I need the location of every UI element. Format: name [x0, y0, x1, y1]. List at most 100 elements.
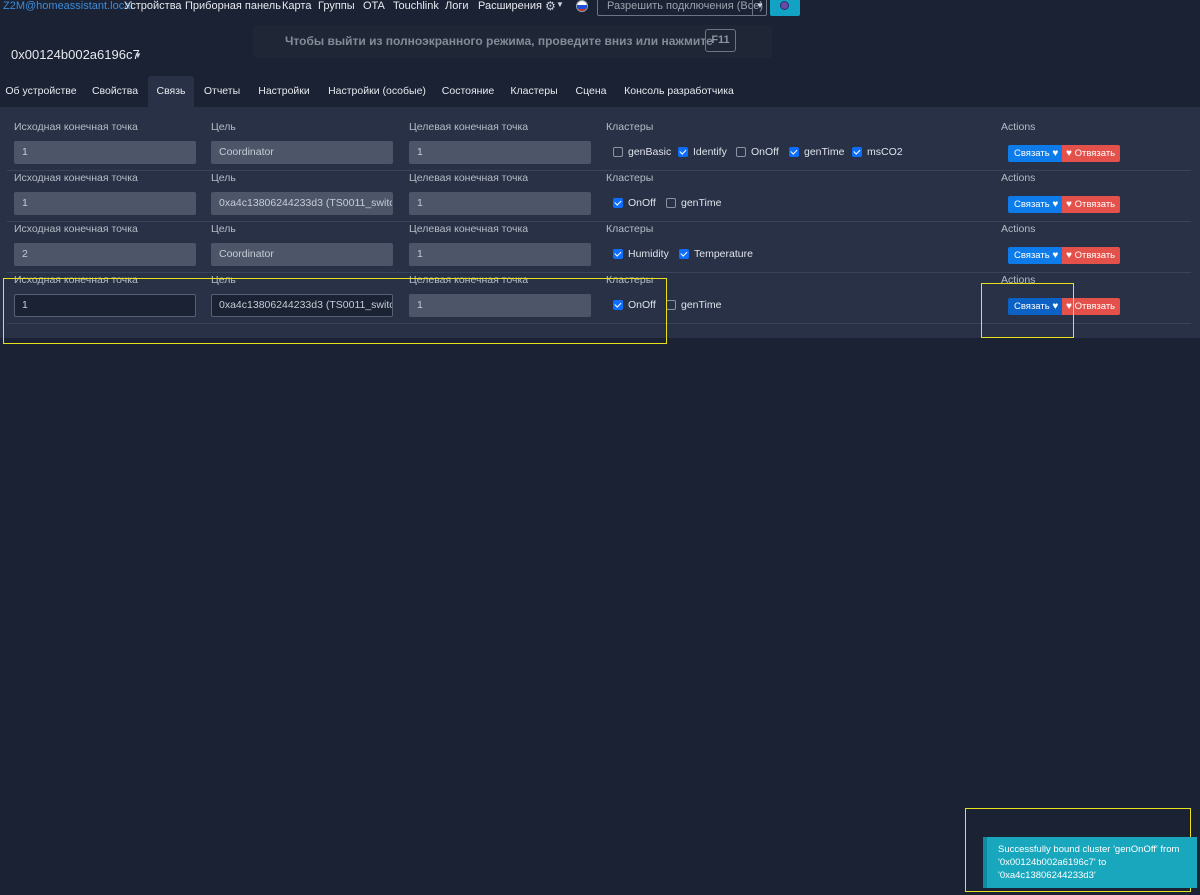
actions-label: Actions [1001, 223, 1036, 235]
toast-line: '0x00124b002a6196c7' to [998, 857, 1107, 868]
unbind-button[interactable]: ♥ Отвязать [1062, 247, 1120, 264]
broken-heart-icon: ♥ [1066, 199, 1072, 210]
brand-link[interactable]: Z2M@homeassistant.local [3, 0, 133, 12]
nav-map[interactable]: Карта [282, 0, 311, 12]
tab-settings[interactable]: Настройки [250, 76, 318, 107]
top-navbar: Z2M@homeassistant.local Устройства Прибо… [0, 0, 1200, 17]
bind-button[interactable]: Связать ♥ [1008, 247, 1062, 264]
heart-icon: ♥ [1052, 148, 1059, 159]
target-select[interactable]: Coordinator [211, 141, 393, 164]
device-title[interactable]: 0x00124b002a6196c7 [11, 47, 140, 62]
nav-groups[interactable]: Группы [318, 0, 355, 12]
tab-bind[interactable]: Связь [148, 76, 194, 107]
nav-logs[interactable]: Логи [445, 0, 469, 12]
highlight-box [3, 278, 667, 344]
join-icon [780, 1, 789, 10]
unbind-button[interactable]: ♥ Отвязать [1062, 196, 1120, 213]
permit-join-button[interactable] [770, 0, 800, 16]
tab-clusters[interactable]: Кластеры [503, 76, 565, 107]
fullscreen-hint-text: Чтобы выйти из полноэкранного режима, пр… [285, 34, 713, 48]
chevron-down-icon[interactable]: ▼ [134, 51, 142, 60]
broken-heart-icon: ♥ [1066, 250, 1072, 261]
chevron-down-icon[interactable]: ▼ [556, 0, 564, 9]
heart-icon: ♥ [1052, 250, 1059, 261]
permit-join-select[interactable]: Разрешить подключения (Все) [597, 0, 767, 16]
tab-about[interactable]: Об устройстве [0, 76, 82, 107]
target-endpoint-select[interactable]: 1 [409, 141, 591, 164]
clusters-label: Кластеры [606, 172, 654, 184]
cluster-checkbox[interactable] [678, 147, 688, 157]
cluster-checkbox[interactable] [613, 249, 623, 259]
bind-button-label: Связать [1014, 148, 1050, 159]
source-endpoint-label: Исходная конечная точка [14, 172, 138, 184]
source-endpoint-label: Исходная конечная точка [14, 223, 138, 235]
nav-touchlink[interactable]: Touchlink [393, 0, 439, 12]
clusters-label: Кластеры [606, 223, 654, 235]
actions-label: Actions [1001, 121, 1036, 133]
source-endpoint-select[interactable]: 2 [14, 243, 196, 266]
toast-line: '0xa4c13806244233d3' [998, 870, 1096, 881]
target-endpoint-label: Целевая конечная точка [409, 121, 529, 133]
bind-button[interactable]: Связать ♥ [1008, 196, 1062, 213]
tab-properties[interactable]: Свойства [85, 76, 145, 107]
unbind-button-label: Отвязать [1074, 250, 1116, 261]
russian-flag-icon[interactable] [576, 0, 588, 12]
unbind-button-label: Отвязать [1074, 148, 1116, 159]
tab-reporting[interactable]: Отчеты [197, 76, 247, 107]
tab-state[interactable]: Состояние [436, 76, 500, 107]
row-divider [7, 272, 1191, 273]
cluster-checkbox[interactable] [666, 198, 676, 208]
bind-button-label: Связать [1014, 199, 1050, 210]
nav-dashboard[interactable]: Приборная панель [185, 0, 281, 12]
row-divider [7, 221, 1191, 222]
nav-ota[interactable]: OTA [363, 0, 385, 12]
bind-button[interactable]: Связать ♥ [1008, 145, 1062, 162]
cluster-checkbox[interactable] [679, 249, 689, 259]
cluster-label: OnOff [751, 146, 779, 158]
target-select[interactable]: 0xa4c13806244233d3 (TS0011_switch [211, 192, 393, 215]
cluster-checkbox[interactable] [666, 300, 676, 310]
target-endpoint-select[interactable]: 1 [409, 243, 591, 266]
row-divider [7, 170, 1191, 171]
source-endpoint-select[interactable]: 1 [14, 192, 196, 215]
target-endpoint-label: Целевая конечная точка [409, 223, 529, 235]
gear-icon[interactable]: ⚙ [545, 0, 556, 13]
cluster-label: msCO2 [867, 146, 903, 158]
unbind-button[interactable]: ♥ Отвязать [1062, 145, 1120, 162]
target-label: Цель [211, 172, 236, 184]
nav-devices[interactable]: Устройства [124, 0, 182, 12]
cluster-checkbox[interactable] [736, 147, 746, 157]
source-endpoint-label: Исходная конечная точка [14, 121, 138, 133]
cluster-label: genTime [681, 197, 722, 209]
target-label: Цель [211, 121, 236, 133]
cluster-checkbox[interactable] [613, 198, 623, 208]
cluster-label: Identify [693, 146, 727, 158]
tab-scene[interactable]: Сцена [568, 76, 614, 107]
permit-join-dropdown-icon[interactable]: ▼ [752, 0, 767, 16]
heart-icon: ♥ [1052, 199, 1059, 210]
cluster-checkbox[interactable] [789, 147, 799, 157]
cluster-checkbox[interactable] [852, 147, 862, 157]
cluster-label: genTime [804, 146, 845, 158]
target-label: Цель [211, 223, 236, 235]
target-endpoint-label: Целевая конечная точка [409, 172, 529, 184]
source-endpoint-select[interactable]: 1 [14, 141, 196, 164]
bind-button-label: Связать [1014, 250, 1050, 261]
tab-dev-console[interactable]: Консоль разработчика [617, 76, 741, 107]
cluster-label: Temperature [694, 248, 753, 260]
target-select[interactable]: Coordinator [211, 243, 393, 266]
cluster-checkbox[interactable] [613, 147, 623, 157]
actions-label: Actions [1001, 172, 1036, 184]
cluster-label: OnOff [628, 197, 656, 209]
clusters-label: Кластеры [606, 121, 654, 133]
fullscreen-hint-key: F11 [705, 29, 736, 52]
unbind-button-label: Отвязать [1074, 301, 1116, 312]
tab-settings-specific[interactable]: Настройки (особые) [321, 76, 433, 107]
broken-heart-icon: ♥ [1066, 148, 1072, 159]
nav-extensions[interactable]: Расширения [478, 0, 542, 12]
cluster-label: genTime [681, 299, 722, 311]
toast-line: Successfully bound cluster 'genOnOff' fr… [998, 844, 1180, 855]
target-endpoint-select[interactable]: 1 [409, 192, 591, 215]
success-toast[interactable]: Successfully bound cluster 'genOnOff' fr… [983, 837, 1197, 888]
fullscreen-hint: Чтобы выйти из полноэкранного режима, пр… [253, 25, 772, 58]
